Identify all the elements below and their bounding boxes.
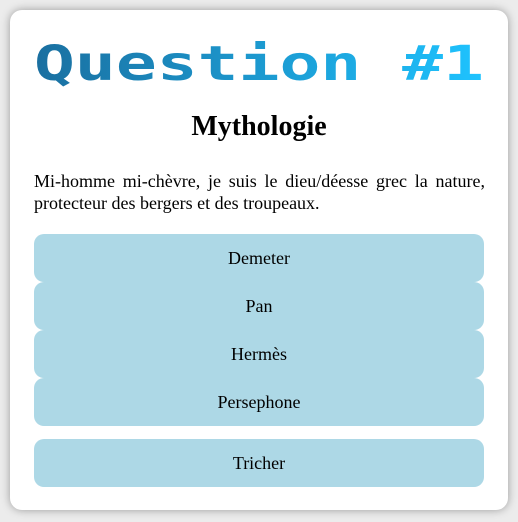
cheat-button[interactable]: Tricher — [34, 439, 484, 487]
answer-button-1[interactable]: Demeter — [34, 234, 484, 282]
question-title: Question #1 — [34, 38, 484, 88]
question-title-text: Question #1 — [34, 38, 484, 88]
question-text: Mi-homme mi-chèvre, je suis le dieu/dées… — [34, 171, 485, 213]
category-heading: Mythologie — [191, 111, 327, 142]
answer-button-4[interactable]: Persephone — [34, 378, 484, 426]
answer-button-3[interactable]: Hermès — [34, 330, 484, 378]
quiz-card: Question #1 Mythologie Mi-homme mi-chèvr… — [10, 10, 508, 510]
answer-button-2[interactable]: Pan — [34, 282, 484, 330]
answer-list: Demeter Pan Hermès Persephone — [34, 234, 484, 426]
